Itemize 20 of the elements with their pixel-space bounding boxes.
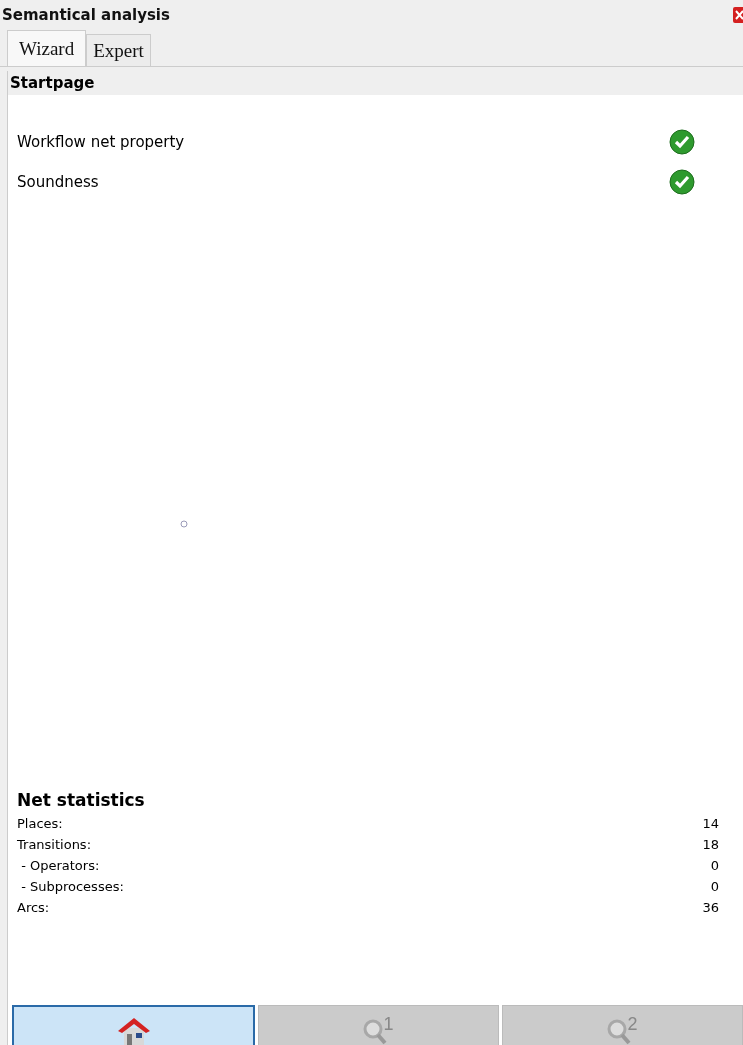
nav-button[interactable] (12, 1005, 255, 1045)
section-title: Net statistics (17, 790, 146, 810)
page-header: Startpage (8, 71, 743, 95)
stat-label: - Operators: (20, 858, 100, 875)
check-label: Soundness (17, 173, 99, 191)
stat-value: 36 (702, 900, 719, 917)
close-icon[interactable] (733, 7, 743, 23)
stat-value: 14 (702, 816, 719, 833)
stat-label: Places: (17, 816, 63, 833)
window-title: Semantical analysis (2, 6, 170, 24)
stat-value: 0 (710, 879, 719, 896)
stat-value: 0 (710, 858, 719, 875)
tab[interactable]: Wizard (7, 30, 87, 66)
ring-icon (180, 520, 188, 528)
stat-label: Transitions: (17, 837, 92, 854)
check-label: Workflow net property (17, 133, 185, 151)
stat-label: Arcs: (17, 900, 50, 917)
stat-label: - Subprocesses: (20, 879, 124, 896)
tab[interactable]: Expert (86, 34, 151, 66)
stat-value: 18 (702, 837, 719, 854)
